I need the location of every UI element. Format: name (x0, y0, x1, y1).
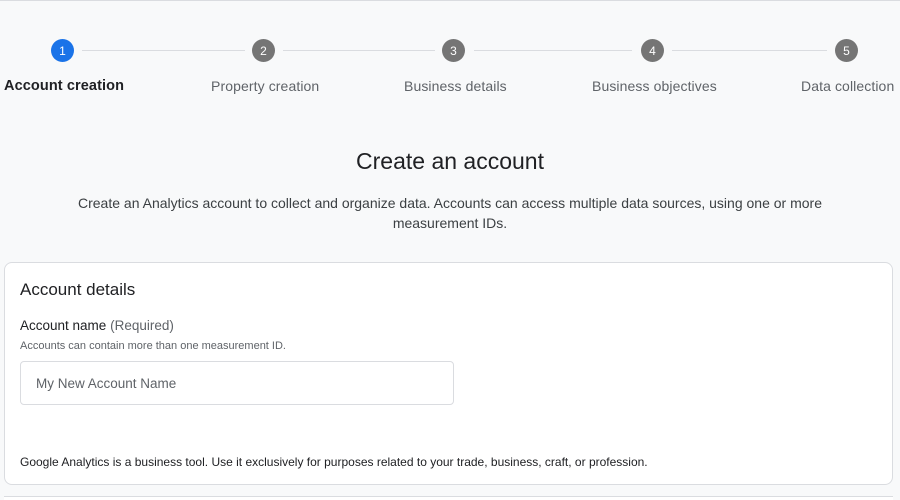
step-1-indicator: 1 (51, 39, 74, 62)
step-3-label: Business details (404, 78, 507, 94)
card-title: Account details (20, 280, 136, 299)
step-3-indicator: 3 (442, 39, 465, 62)
next-card-edge (4, 496, 893, 500)
account-name-input[interactable] (20, 361, 454, 405)
account-name-label: Account name (Required) (20, 318, 174, 333)
step-5-label: Data collection (801, 78, 895, 94)
required-indicator: (Required) (110, 318, 174, 333)
business-tool-notice: Google Analytics is a business tool. Use… (20, 455, 648, 469)
step-2-label: Property creation (211, 78, 320, 94)
account-name-hint: Accounts can contain more than one measu… (20, 340, 286, 352)
page-description: Create an Analytics account to collect a… (78, 195, 822, 231)
step-connector (474, 50, 632, 51)
step-4-label: Business objectives (592, 78, 717, 94)
account-name-label-text: Account name (20, 318, 107, 333)
step-4-indicator: 4 (641, 39, 664, 62)
step-connector (672, 50, 827, 51)
step-connector (283, 50, 435, 51)
setup-stepper: 1 Account creation 2 Property creation 3… (0, 0, 900, 110)
step-1-label: Account creation (4, 78, 125, 94)
step-2-indicator: 2 (252, 39, 275, 62)
step-connector (82, 50, 245, 51)
step-5-indicator: 5 (835, 39, 858, 62)
page-title: Create an account (356, 148, 544, 174)
account-details-card: Account details Account name (Required) … (4, 262, 893, 485)
